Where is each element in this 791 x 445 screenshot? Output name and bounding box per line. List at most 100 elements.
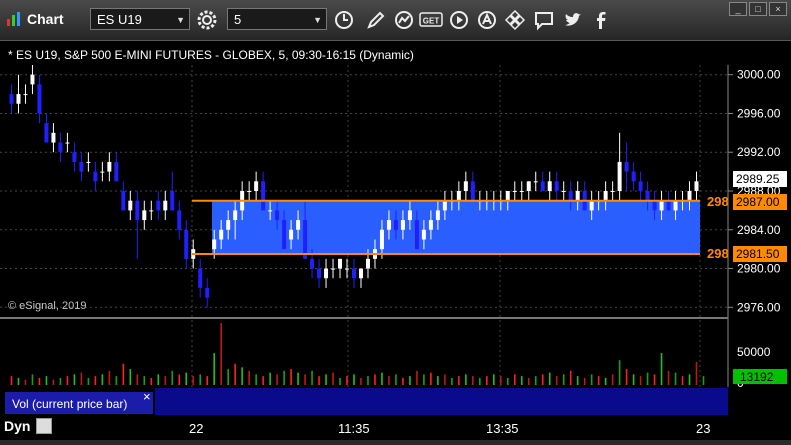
symbol-combo[interactable]: ES U19 ▼ [90,8,190,30]
volume-bar [157,374,160,385]
candle-body [540,181,545,191]
candle-body [407,210,412,221]
candle-body [79,161,84,172]
price-tick-label: 3000.00 [737,68,781,82]
get-icon[interactable]: GET [418,7,444,33]
time-label-22: 22 [189,421,203,436]
candle-body [135,200,140,221]
volume-bar [199,374,202,385]
candle-body [128,200,133,211]
volume-bar [59,377,62,385]
close-button[interactable]: × [769,2,787,16]
candle-body [205,287,210,298]
vol-current-value: 13192 [740,370,774,384]
volume-bar [423,374,425,385]
volume-bar [513,374,516,385]
volume-bar [353,374,355,385]
dynamic-mode-label[interactable]: Dyn [4,418,30,434]
volume-bar [534,376,537,385]
candle-body [547,181,552,191]
candle-body [638,181,643,191]
chevron-down-icon[interactable]: ▼ [176,9,185,31]
volume-bar [674,372,677,385]
candle-body [100,171,105,173]
volume-bar [213,353,216,385]
volume-bar [472,376,474,385]
lock-icon[interactable] [36,418,52,434]
upper-line-partial: 298 [707,194,729,209]
chevron-down-icon[interactable]: ▼ [313,9,322,31]
close-icon[interactable]: × [143,389,151,404]
volume-bar [178,374,181,385]
volume-bar [611,374,614,385]
chart-area[interactable]: * ES U19, S&P 500 E-MINI FUTURES - GLOBE… [0,41,791,415]
chart-window: Chart ES U19 ▼ 5 ▼ GET _ □ × * ES U19, S… [0,0,791,440]
volume-bar [66,376,69,385]
status-bar: 22 11:35 13:35 23 [0,415,791,440]
volume-bar [297,372,299,385]
clock-icon[interactable] [331,7,357,33]
time-label-1335: 13:35 [486,421,519,436]
candle-body [687,191,692,201]
candle-body [226,220,231,230]
candle-body [526,181,531,191]
twitter-icon[interactable] [560,7,586,33]
comment-icon[interactable] [531,7,557,33]
volume-bar [409,376,411,385]
candle-body [37,84,42,114]
candle-body [338,258,343,269]
price-tick-label: 2980.00 [737,262,781,276]
candle-body [386,220,391,230]
candle-body [261,181,266,211]
pencil-icon[interactable] [363,7,389,33]
volume-bar [143,376,146,385]
play-icon[interactable] [446,7,472,33]
volume-bar [381,372,383,385]
volume-bar [597,376,600,385]
interval-combo[interactable]: 5 ▼ [227,8,327,30]
volume-bar [548,372,551,385]
price-tick-label: 2984.00 [737,223,781,237]
volume-bar [430,372,432,385]
toolbar: Chart ES U19 ▼ 5 ▼ GET _ □ × [0,0,791,41]
candle-body [393,220,398,230]
volume-bar [416,370,418,385]
volume-bar [206,376,209,385]
candle-body [645,191,650,201]
volume-bar [115,376,118,385]
study-icon[interactable] [391,7,417,33]
volume-bar [45,376,48,385]
candle-body [282,220,287,250]
volume-bar [569,370,572,385]
candle-body [275,210,280,221]
volume-bar [150,377,153,385]
candle-body [617,161,622,191]
candle-body [652,200,657,211]
time-axis[interactable]: 22 11:35 13:35 23 [0,415,791,440]
candle-body [624,161,629,172]
vol-study-label[interactable]: Vol (current price bar) [12,397,127,411]
candle-body [505,191,510,201]
candle-body [456,191,461,201]
maximize-button[interactable]: □ [749,2,767,16]
volume-bar [395,374,397,385]
volume-bar [479,377,481,385]
minimize-button[interactable]: _ [729,2,747,16]
candle-body [428,220,433,230]
facebook-icon[interactable] [588,7,614,33]
candle-body [568,191,573,201]
volume-bar [702,376,705,385]
candle-body [324,268,329,279]
volume-bar [129,369,132,385]
volume-bar [80,372,83,385]
volume-bar [653,374,656,385]
volume-bar [234,363,236,385]
volume-bar [185,372,188,385]
move-icon[interactable] [502,7,528,33]
gear-icon[interactable] [194,7,220,33]
lower-line-marker: 298 2981.50 [707,246,787,262]
alert-icon[interactable] [474,7,500,33]
candle-body [414,220,419,250]
candle-body [694,181,699,191]
interval-value: 5 [234,12,242,27]
